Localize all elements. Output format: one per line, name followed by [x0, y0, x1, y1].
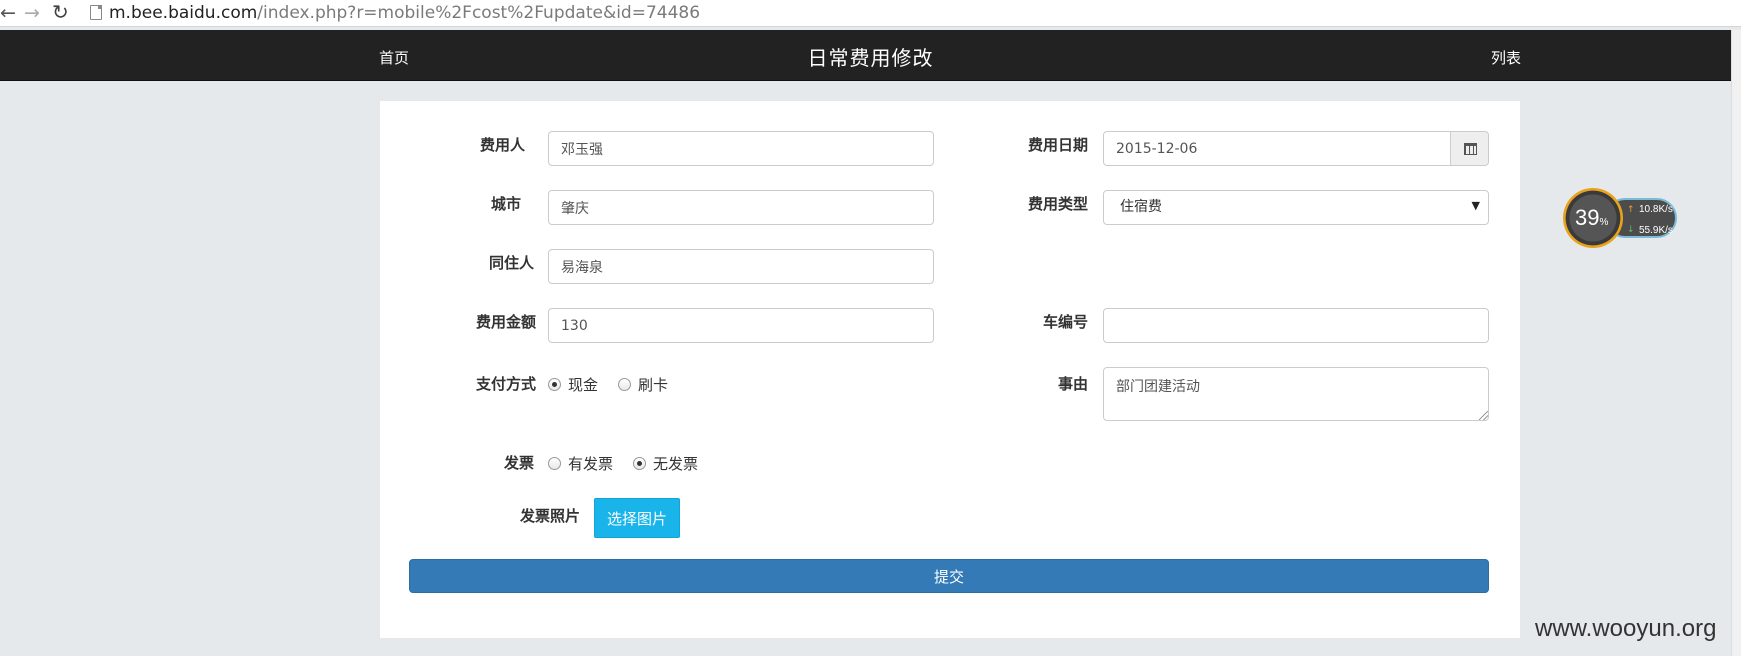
payment-card-label[interactable]: 刷卡	[638, 374, 668, 395]
payment-card-radio[interactable]	[618, 378, 632, 391]
calendar-icon	[1464, 143, 1477, 155]
amount-input[interactable]	[548, 308, 934, 343]
cost-type-select[interactable]: 住宿费	[1103, 190, 1489, 225]
url-field[interactable]: m.bee.baidu.com/index.php?r=mobile%2Fcos…	[109, 3, 700, 23]
upload-arrow-icon: ↑	[1627, 205, 1635, 215]
calendar-button[interactable]	[1450, 131, 1489, 166]
invoice-no-radio[interactable]	[633, 457, 647, 470]
forward-arrow-icon[interactable]: →	[24, 2, 40, 24]
payer-label: 费用人	[480, 136, 526, 154]
page-title: 日常费用修改	[807, 46, 934, 70]
download-arrow-icon: ↓	[1627, 225, 1635, 235]
cost-date-input[interactable]	[1103, 131, 1451, 166]
scrollbar[interactable]	[1731, 30, 1741, 656]
car-no-label: 车编号	[1042, 313, 1088, 331]
city-input[interactable]	[548, 190, 934, 225]
invoice-photo-label: 发票照片	[520, 507, 581, 525]
network-speed-widget[interactable]: 39% ↑ 10.8K/s ↓ 55.9K/s	[1563, 186, 1685, 251]
percent-sign: %	[1599, 217, 1609, 228]
cost-type-label: 费用类型	[1027, 195, 1088, 213]
car-no-input[interactable]	[1103, 308, 1489, 343]
amount-label: 费用金额	[475, 313, 536, 331]
choose-image-button[interactable]: 选择图片	[594, 498, 680, 538]
resize-grip-icon[interactable]	[1479, 411, 1488, 420]
payment-cash-label[interactable]: 现金	[568, 374, 598, 395]
address-bar: ← → ↻ m.bee.baidu.com/index.php?r=mobile…	[0, 0, 1741, 27]
roommate-label: 同住人	[488, 254, 534, 272]
top-navbar: 首页 日常费用修改 列表	[0, 30, 1741, 81]
city-label: 城市	[490, 195, 521, 213]
reason-textarea[interactable]: 部门团建活动	[1103, 367, 1489, 421]
invoice-yes-radio[interactable]	[548, 457, 561, 470]
invoice-label: 发票	[504, 454, 535, 472]
date-picker	[1103, 131, 1489, 166]
invoice-yes-label[interactable]: 有发票	[568, 453, 613, 474]
url-host: m.bee.baidu.com	[109, 3, 258, 23]
payment-cash-radio[interactable]	[548, 378, 561, 391]
watermark: www.wooyun.org	[1535, 615, 1717, 642]
list-link[interactable]: 列表	[1491, 47, 1521, 68]
payment-label: 支付方式	[475, 375, 536, 393]
invoice-no-label[interactable]: 无发票	[653, 453, 698, 474]
url-path: /index.php?r=mobile%2Fcost%2Fupdate&id=7…	[257, 3, 701, 23]
page-icon	[90, 5, 102, 20]
percent-value: 39	[1575, 205, 1600, 230]
reason-label: 事由	[1058, 375, 1089, 393]
payment-radio-group: 现金 刷卡	[548, 374, 688, 395]
payer-input[interactable]	[548, 131, 934, 166]
cost-date-label: 费用日期	[1027, 136, 1088, 154]
upload-speed: 10.8K/s	[1639, 204, 1673, 215]
percent-readout: 39%	[1575, 205, 1608, 231]
invoice-radio-group: 有发票 无发票	[548, 453, 718, 474]
cost-type-wrap: 住宿费 ▼	[1103, 190, 1489, 225]
back-arrow-icon[interactable]: ←	[0, 2, 16, 24]
roommate-input[interactable]	[548, 249, 934, 284]
reload-icon[interactable]: ↻	[52, 1, 69, 23]
download-speed: 55.9K/s	[1639, 225, 1673, 236]
submit-button[interactable]: 提交	[409, 559, 1489, 593]
